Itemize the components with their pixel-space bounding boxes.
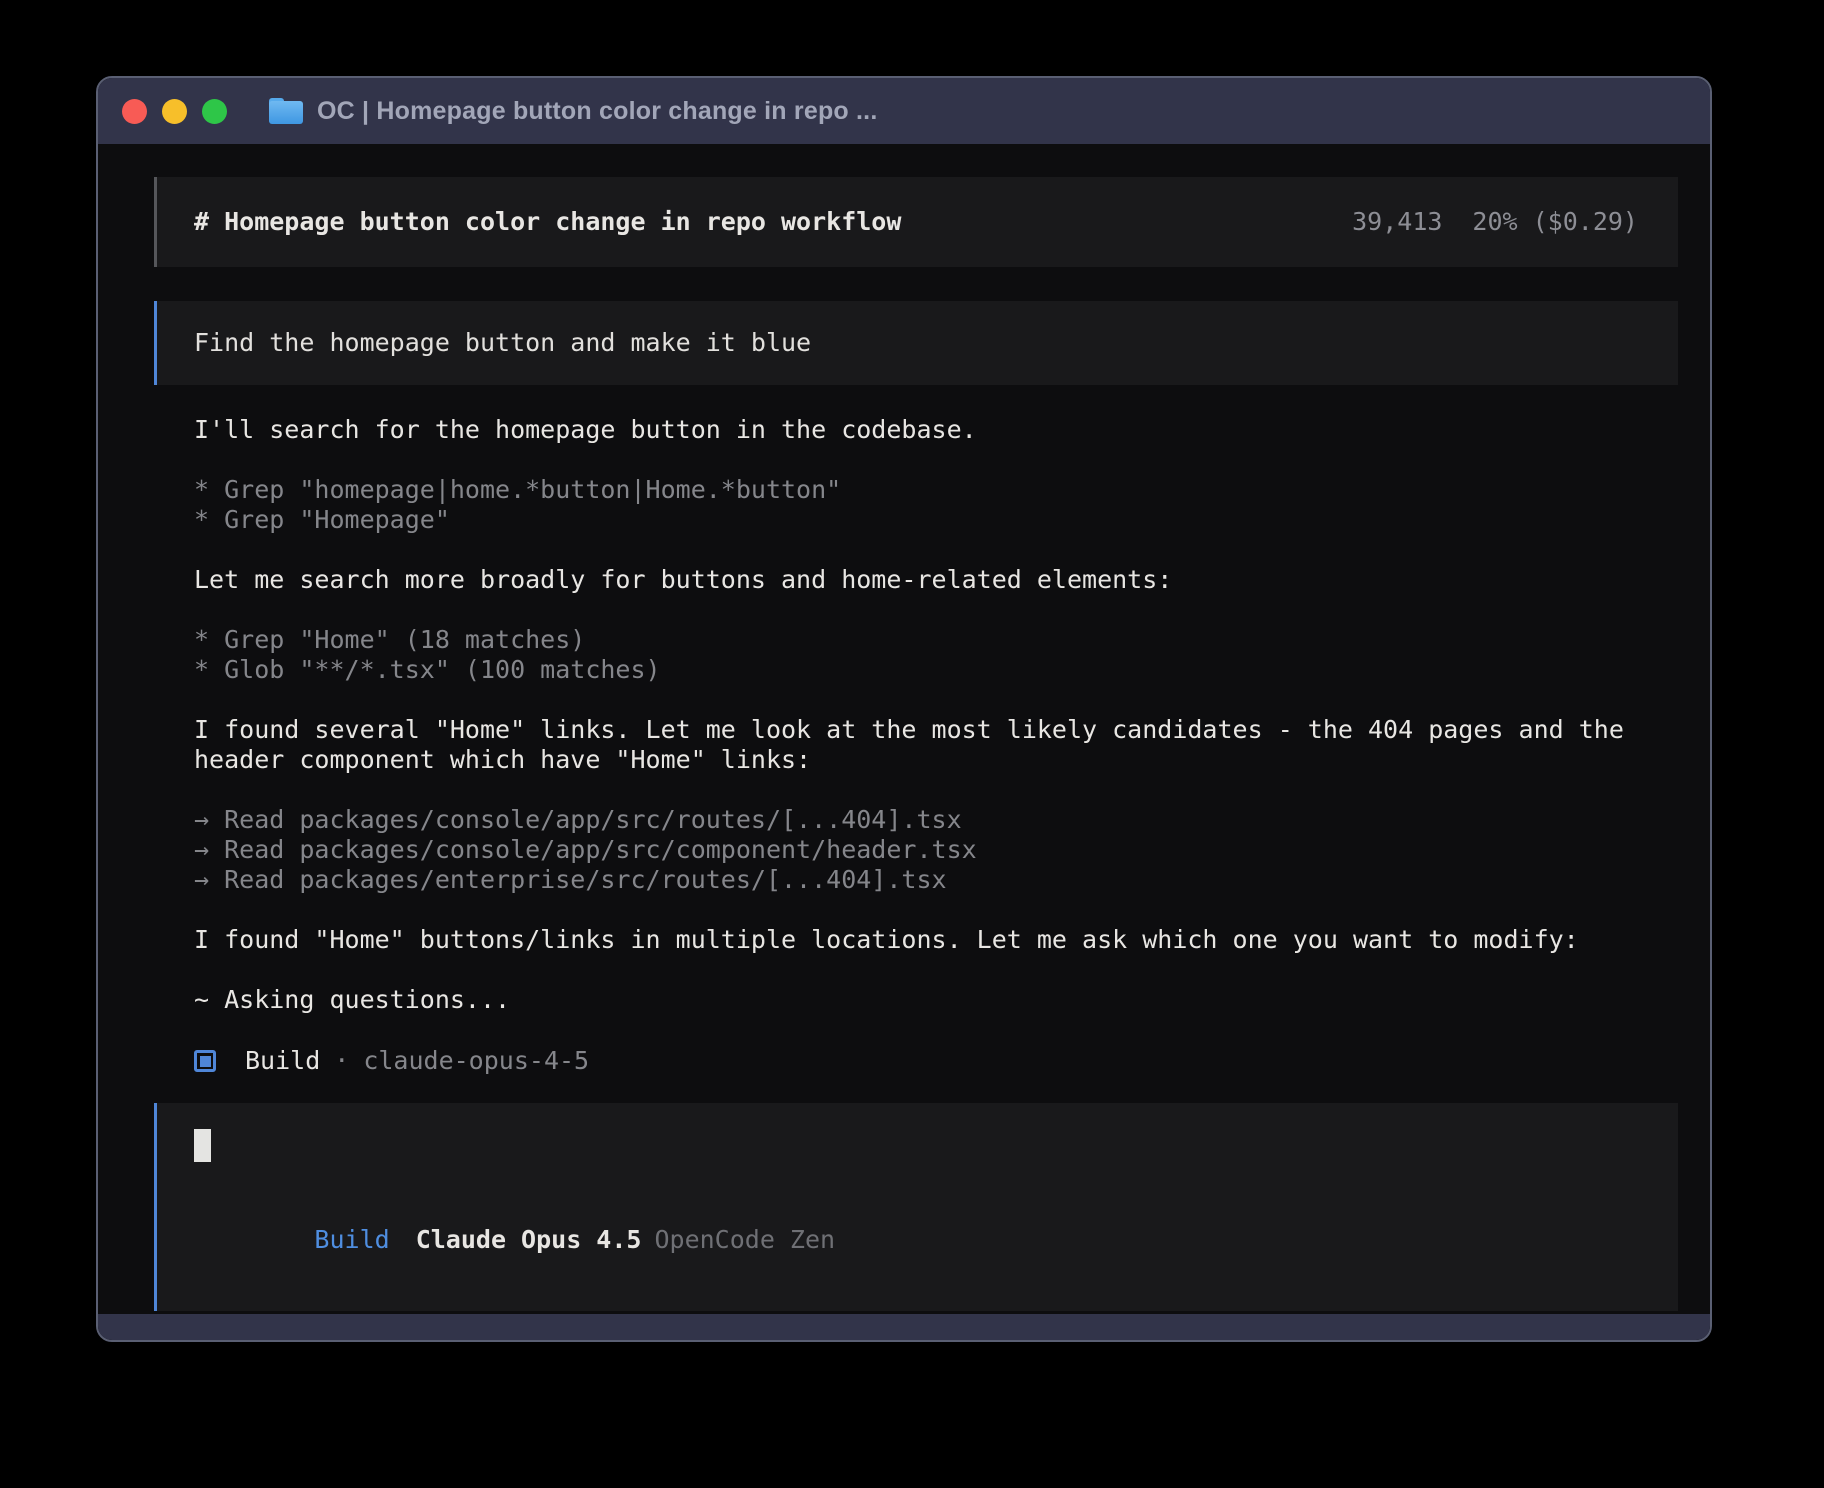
tool-call-group: * Grep "Home" (18 matches)* Glob "**/*.t… [194, 625, 1670, 685]
session-title: # Homepage button color change in repo w… [194, 207, 901, 237]
folder-icon [269, 98, 303, 124]
context-usage: 20% ($0.29) [1472, 207, 1638, 236]
user-message: Find the homepage button and make it blu… [154, 301, 1678, 385]
session-header: # Homepage button color change in repo w… [154, 177, 1678, 267]
mode-label[interactable]: Build [314, 1225, 389, 1254]
window-title: OC | Homepage button color change in rep… [317, 97, 877, 126]
token-count: 39,413 [1352, 207, 1442, 236]
assistant-text: I found "Home" buttons/links in multiple… [194, 925, 1670, 955]
assistant-text: Let me search more broadly for buttons a… [194, 565, 1670, 595]
model-label[interactable]: Claude Opus 4.5 [416, 1225, 642, 1254]
agent-model: claude-opus-4-5 [363, 1046, 589, 1076]
transcript-line: → Read packages/console/app/src/componen… [194, 835, 1670, 865]
transcript-line: → Read packages/enterprise/src/routes/[.… [194, 865, 1670, 895]
tool-call-group: * Grep "homepage|home.*button|Home.*butt… [194, 475, 1670, 535]
transcript-line: * Grep "Homepage" [194, 505, 1670, 535]
terminal-content: # Homepage button color change in repo w… [98, 144, 1710, 1314]
model-row: Build Claude Opus 4.5 OpenCode Zen [194, 1195, 1638, 1285]
transcript-line: ~ Asking questions... [194, 985, 1670, 1015]
window-titlebar: OC | Homepage button color change in rep… [98, 78, 1710, 144]
assistant-text: ~ Asking questions... [194, 985, 1670, 1015]
window-footer [98, 1314, 1710, 1340]
transcript-line: Let me search more broadly for buttons a… [194, 565, 1670, 595]
traffic-lights [122, 99, 227, 124]
transcript-line: header component which have "Home" links… [194, 745, 1670, 775]
transcript-line: I found several "Home" links. Let me loo… [194, 715, 1670, 745]
prompt-input[interactable]: Build Claude Opus 4.5 OpenCode Zen [154, 1103, 1678, 1311]
text-cursor [194, 1129, 211, 1162]
close-button[interactable] [122, 99, 147, 124]
agent-build-icon [194, 1050, 216, 1072]
transcript-line: * Grep "homepage|home.*button|Home.*butt… [194, 475, 1670, 505]
transcript: I'll search for the homepage button in t… [194, 415, 1670, 1015]
tool-call-group: → Read packages/console/app/src/routes/[… [194, 805, 1670, 895]
transcript-line: → Read packages/console/app/src/routes/[… [194, 805, 1670, 835]
transcript-line: I found "Home" buttons/links in multiple… [194, 925, 1670, 955]
zoom-button[interactable] [202, 99, 227, 124]
transcript-line: I'll search for the homepage button in t… [194, 415, 1670, 445]
terminal-window: OC | Homepage button color change in rep… [96, 76, 1712, 1342]
agent-status-row: Build · claude-opus-4-5 [194, 1046, 1710, 1076]
transcript-line: * Glob "**/*.tsx" (100 matches) [194, 655, 1670, 685]
provider-label: OpenCode Zen [654, 1225, 835, 1254]
agent-name: Build [245, 1046, 320, 1076]
minimize-button[interactable] [162, 99, 187, 124]
assistant-text: I found several "Home" links. Let me loo… [194, 715, 1670, 775]
session-stats: 39,413 20% ($0.29) [1352, 207, 1638, 237]
assistant-text: I'll search for the homepage button in t… [194, 415, 1670, 445]
agent-separator: · [334, 1046, 349, 1076]
transcript-line: * Grep "Home" (18 matches) [194, 625, 1670, 655]
